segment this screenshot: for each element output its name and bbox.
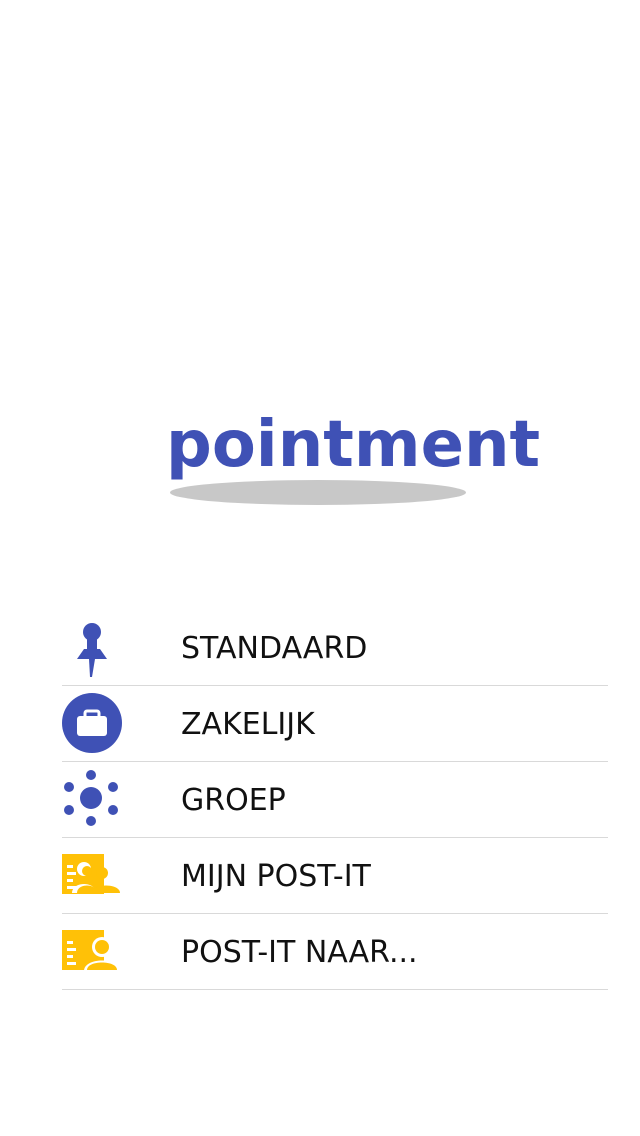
logo-shadow xyxy=(170,480,466,505)
group-icon xyxy=(62,769,122,829)
contacts-card-icon xyxy=(62,845,122,905)
briefcase-icon xyxy=(62,693,122,753)
menu-item-label: STANDAARD xyxy=(181,631,368,666)
menu-item-standaard[interactable]: STANDAARD xyxy=(62,610,608,686)
logo-text: pointment xyxy=(166,408,541,482)
menu-item-post-it-naar[interactable]: POST-IT NAAR... xyxy=(62,914,608,990)
menu-item-mijn-post-it[interactable]: MIJN POST-IT xyxy=(62,838,608,914)
pushpin-icon xyxy=(62,617,122,677)
app-logo: pointment xyxy=(166,405,541,515)
menu-item-label: GROEP xyxy=(181,783,286,818)
menu-item-label: MIJN POST-IT xyxy=(181,859,371,894)
post-type-menu: STANDAARD ZAKELIJK GROEP MIJN POST-IT PO… xyxy=(62,610,608,990)
menu-item-groep[interactable]: GROEP xyxy=(62,762,608,838)
contact-card-icon xyxy=(62,921,122,981)
menu-item-zakelijk[interactable]: ZAKELIJK xyxy=(62,686,608,762)
menu-item-label: POST-IT NAAR... xyxy=(181,935,418,970)
menu-item-label: ZAKELIJK xyxy=(181,707,315,742)
